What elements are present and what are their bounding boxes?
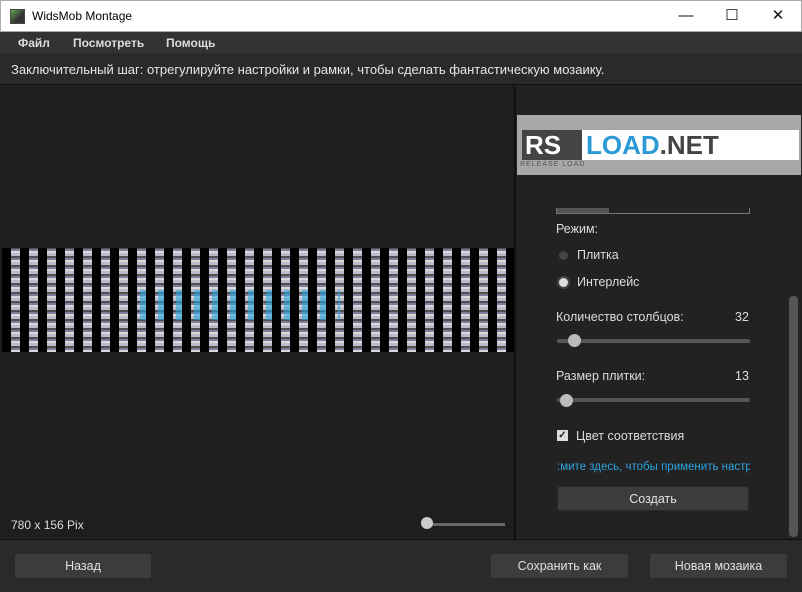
tile-size-slider-thumb[interactable]: [560, 394, 573, 407]
color-match-label[interactable]: Цвет соответствия: [576, 429, 684, 443]
tile-size-slider[interactable]: [557, 398, 750, 402]
columns-value: 32: [735, 310, 749, 324]
columns-slider-thumb[interactable]: [568, 334, 581, 347]
menu-view[interactable]: Посмотреть: [73, 36, 144, 50]
create-button[interactable]: Создать: [557, 486, 749, 511]
minimize-button[interactable]: —: [663, 1, 709, 32]
step-hint: Заключительный шаг: отрегулируйте настро…: [0, 53, 802, 85]
mosaic-highlight: [140, 290, 340, 320]
title-bar: WidsMob Montage — ☐ ✕: [0, 0, 802, 32]
logo-rs: RS: [522, 130, 582, 160]
mode-tile-label[interactable]: Плитка: [577, 248, 619, 262]
mode-interlace-radio[interactable]: [559, 278, 568, 287]
mode-label: Режим:: [556, 222, 599, 236]
tile-size-value: 13: [735, 369, 749, 383]
maximize-button[interactable]: ☐: [709, 1, 755, 32]
mode-tile-radio[interactable]: [559, 251, 568, 260]
zoom-slider[interactable]: [425, 523, 505, 526]
tile-size-label: Размер плитки:: [556, 369, 646, 383]
new-mosaic-button[interactable]: Новая мозаика: [649, 553, 788, 579]
menu-bar: Файл Посмотреть Помощь: [0, 32, 802, 53]
logo-sub: RELEASE LOAD: [520, 161, 586, 168]
settings-scrollbar[interactable]: [789, 296, 798, 537]
image-dimensions: 780 x 156 Pix: [11, 518, 84, 532]
window-title: WidsMob Montage: [32, 9, 133, 23]
back-button[interactable]: Назад: [14, 553, 152, 579]
watermark-logo: RS LOAD.NET RELEASE LOAD: [517, 115, 801, 175]
close-button[interactable]: ✕: [755, 1, 801, 32]
mode-interlace-label[interactable]: Интерлейс: [577, 275, 639, 289]
logo-load: LOAD.NET: [582, 130, 799, 160]
menu-help[interactable]: Помощь: [166, 36, 215, 50]
color-match-checkbox[interactable]: ✓: [557, 430, 568, 441]
columns-label: Количество столбцов:: [556, 310, 684, 324]
columns-slider[interactable]: [557, 339, 750, 343]
app-icon: [10, 9, 25, 24]
horizontal-scrollbar[interactable]: [556, 208, 750, 214]
menu-file[interactable]: Файл: [18, 36, 50, 50]
zoom-slider-thumb[interactable]: [421, 517, 433, 529]
apply-settings-link[interactable]: :мите здесь, чтобы применить настрс: [557, 461, 750, 473]
save-as-button[interactable]: Сохранить как: [490, 553, 629, 579]
